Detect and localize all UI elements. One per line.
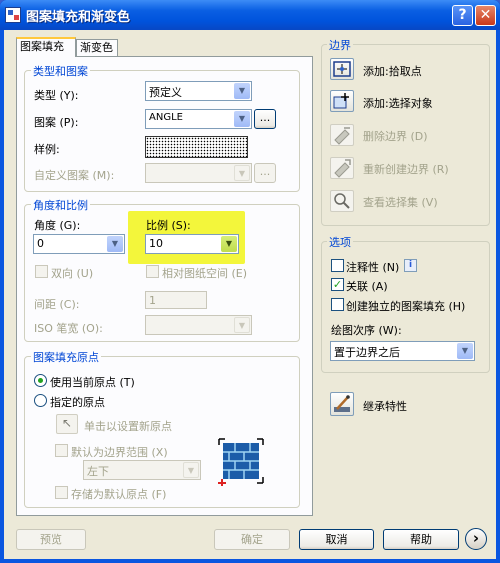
pattern-swatch[interactable] [145, 136, 248, 158]
double-checkbox[interactable] [35, 265, 48, 278]
custom-browse-button[interactable]: ... [254, 163, 276, 183]
angle-scale-group-label: 角度和比例 [31, 197, 90, 213]
specified-origin-radio[interactable] [34, 394, 47, 407]
pattern-value: ANGLE [149, 112, 183, 123]
pattern-browse-button[interactable]: ... [254, 109, 276, 129]
use-current-origin-radio[interactable] [34, 374, 47, 387]
window-title: 图案填充和渐变色 [26, 10, 131, 25]
cancel-button[interactable]: 取消 [299, 529, 374, 550]
use-current-origin-label: 使用当前原点 (T) [50, 376, 135, 389]
scale-select[interactable]: 10 ▼ [145, 234, 239, 254]
brick-origin-icon [218, 438, 264, 486]
recreate-boundary-button[interactable] [330, 157, 354, 179]
more-options-button[interactable]: › [465, 528, 487, 550]
chevron-down-icon: ▼ [107, 236, 123, 252]
type-label: 类型 (Y): [34, 89, 79, 102]
relative-paper-checkbox[interactable] [146, 265, 159, 278]
spacing-input[interactable]: 1 [145, 291, 207, 309]
scale-label: 比例 (S): [146, 219, 191, 232]
select-objects-icon [333, 93, 349, 109]
annotative-checkbox[interactable] [331, 259, 344, 272]
chevron-down-icon: ▼ [234, 165, 250, 181]
swatch-label: 样例: [34, 143, 60, 156]
origin-group-label: 图案填充原点 [31, 349, 101, 365]
pattern-select[interactable]: ANGLE ▼ [145, 109, 252, 129]
draw-order-select[interactable]: 置于边界之后 ▼ [330, 341, 475, 361]
inherit-properties-button[interactable] [330, 392, 354, 416]
chevron-down-icon: ▼ [234, 317, 250, 333]
double-label: 双向 (U) [51, 267, 94, 280]
default-extents-checkbox[interactable] [55, 444, 68, 457]
origin-position-select[interactable]: 左下 ▼ [83, 460, 201, 480]
close-button[interactable]: ✕ [475, 5, 496, 26]
info-icon[interactable]: i [404, 259, 417, 272]
help-button[interactable]: 帮助 [383, 529, 459, 550]
help-title-button[interactable]: ? [452, 5, 473, 26]
pattern-label: 图案 (P): [34, 116, 79, 129]
specified-origin-label: 指定的原点 [50, 396, 105, 409]
angle-select[interactable]: 0 ▼ [33, 234, 125, 254]
annotative-label: 注释性 (N) [346, 261, 400, 274]
add-select-button[interactable] [330, 90, 354, 112]
remove-boundary-button[interactable] [330, 124, 354, 146]
paintbrush-icon [334, 395, 350, 412]
store-default-label: 存储为默认原点 (F) [71, 488, 167, 501]
chevron-down-icon: ▼ [183, 462, 199, 478]
recreate-boundary-label: 重新创建边界 (R) [363, 163, 449, 176]
spacing-value: 1 [149, 294, 156, 307]
preview-button[interactable]: 预览 [16, 529, 86, 550]
magnifier-icon [334, 193, 350, 209]
default-extents-label: 默认为边界范围 (X) [71, 446, 168, 459]
draw-order-value: 置于边界之后 [334, 346, 400, 359]
type-pattern-group-label: 类型和图案 [31, 63, 90, 79]
angle-value: 0 [37, 237, 44, 250]
boundaries-group-label: 边界 [327, 37, 353, 53]
origin-position-value: 左下 [87, 465, 109, 478]
relative-paper-label: 相对图纸空间 (E) [162, 267, 248, 280]
custom-pattern-label: 自定义图案 (M): [34, 169, 115, 182]
tab-hatch[interactable]: 图案填充 [16, 37, 76, 57]
remove-boundary-icon [334, 127, 350, 145]
app-icon [5, 7, 21, 23]
chevron-down-icon: ▼ [221, 236, 237, 252]
store-default-checkbox[interactable] [55, 486, 68, 499]
click-set-origin-label: 单击以设置新原点 [84, 420, 172, 433]
add-pick-label: 添加:拾取点 [363, 65, 422, 78]
add-select-label: 添加:选择对象 [363, 97, 433, 110]
cursor-pick-icon: ↖ [62, 416, 73, 430]
pick-point-icon [333, 61, 351, 77]
type-select[interactable]: 预定义 ▼ [145, 81, 252, 101]
scale-value: 10 [149, 237, 163, 250]
chevron-down-icon: ▼ [457, 343, 473, 359]
draw-order-label: 绘图次序 (W): [331, 324, 402, 337]
associative-checkbox[interactable]: ✓ [331, 278, 344, 291]
recreate-boundary-icon [334, 159, 351, 178]
angle-label: 角度 (G): [34, 219, 81, 232]
chevron-down-icon: ▼ [234, 83, 250, 99]
view-selection-button[interactable] [330, 190, 354, 212]
remove-boundary-label: 删除边界 (D) [363, 130, 428, 143]
iso-pen-label: ISO 笔宽 (O): [34, 322, 103, 335]
add-pick-button[interactable] [330, 58, 354, 80]
spacing-label: 间距 (C): [34, 298, 80, 311]
chevron-right-icon: › [472, 529, 480, 547]
custom-pattern-select[interactable]: ▼ [145, 163, 252, 183]
separate-hatch-label: 创建独立的图案填充 (H) [346, 300, 466, 313]
view-selection-label: 查看选择集 (V) [363, 196, 438, 209]
inherit-properties-label: 继承特性 [363, 400, 407, 413]
options-group-label: 选项 [327, 234, 353, 250]
separate-hatch-checkbox[interactable] [331, 298, 344, 311]
type-value: 预定义 [149, 86, 182, 99]
tab-gradient[interactable]: 渐变色 [76, 39, 118, 57]
set-origin-button[interactable]: ↖ [56, 414, 78, 434]
iso-pen-select[interactable]: ▼ [145, 315, 252, 335]
ok-button[interactable]: 确定 [214, 529, 290, 550]
chevron-down-icon: ▼ [234, 111, 250, 127]
associative-label: 关联 (A) [346, 280, 388, 293]
